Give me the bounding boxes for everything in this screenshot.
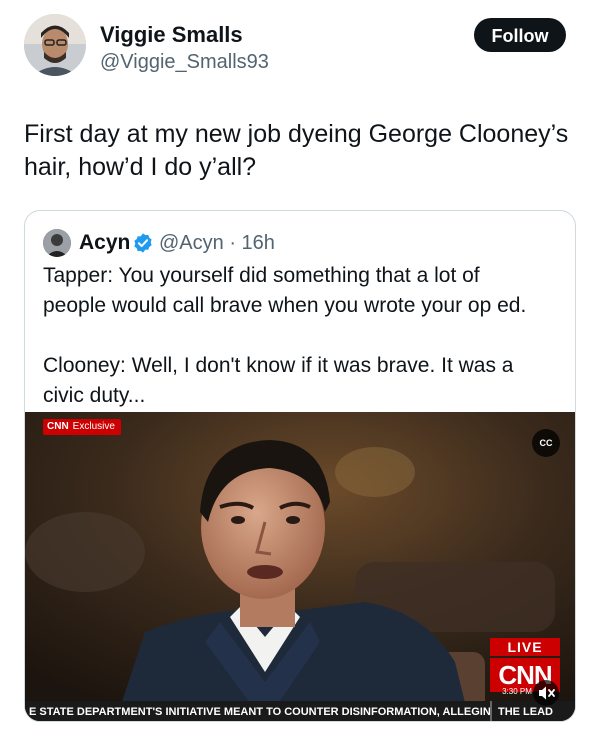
quote-handle-time[interactable]: @Acyn · 16h [159,230,275,256]
person-avatar-icon [24,14,86,76]
video-player[interactable]: CNN Exclusive CC LIVE CNN 3:30 PM E STATE… [25,412,575,721]
broadcast-clock: 3:30 PM [502,687,532,696]
live-badge: LIVE [490,638,560,656]
quote-text: Tapper: You yourself did something that … [43,264,527,407]
verified-badge-icon [134,233,152,253]
cc-icon: CC [539,438,553,448]
tweet-card: Viggie Smalls @Viggie_Smalls93 Follow Fi… [0,0,600,750]
author-handle[interactable]: @Viggie_Smalls93 [100,50,269,74]
quoted-tweet[interactable]: Acyn @Acyn · 16h Tapper: You yourself di… [24,210,576,722]
person-avatar-icon [43,229,71,257]
quote-display-name[interactable]: Acyn [79,230,130,256]
quote-author-avatar[interactable] [43,229,71,257]
follow-button[interactable]: Follow [474,18,566,52]
network-tag: CNN [47,421,69,432]
news-ticker: E STATE DEPARTMENT'S INITIATIVE MEANT TO… [25,701,575,721]
speaker-mute-icon [539,686,555,700]
ticker-text: E STATE DEPARTMENT'S INITIATIVE MEANT TO… [29,706,500,718]
tweet-text: First day at my new job dyeing George Cl… [24,120,569,181]
author-avatar[interactable] [24,14,86,76]
cnn-exclusive-badge: CNN Exclusive [43,419,121,435]
closed-captions-button[interactable]: CC [532,429,560,457]
exclusive-label: Exclusive [72,421,115,432]
mute-button[interactable] [533,680,559,706]
author-display-name[interactable]: Viggie Smalls [100,22,243,48]
